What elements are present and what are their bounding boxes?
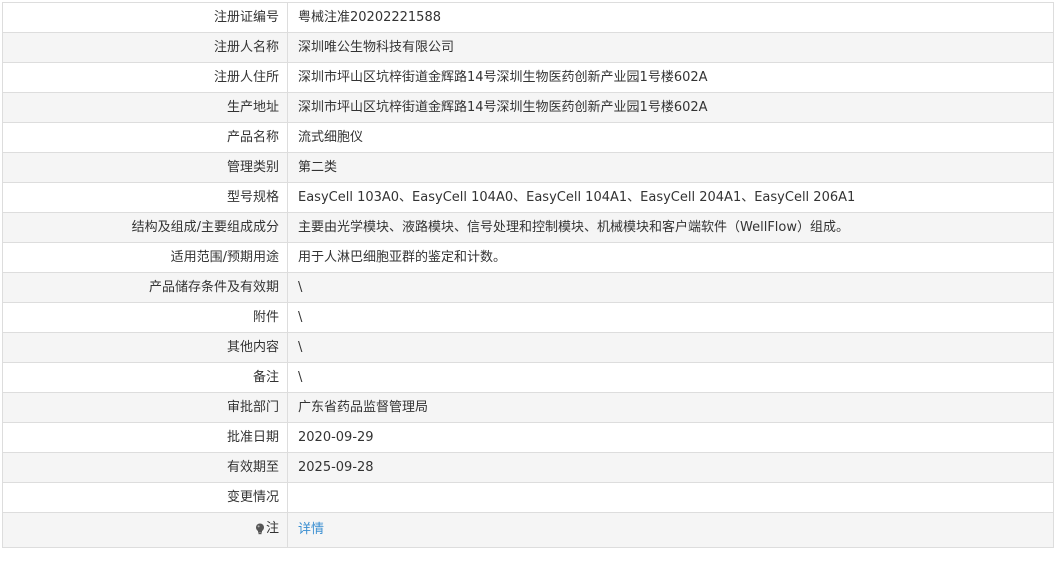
row-label: 注册人名称 [2,32,288,63]
row-management-class: 管理类别 第二类 [2,152,1054,183]
row-value: EasyCell 103A0、EasyCell 104A0、EasyCell 1… [287,182,1054,213]
row-attachment: 附件 \ [2,302,1054,333]
row-label: 附件 [2,302,288,333]
row-model-spec: 型号规格 EasyCell 103A0、EasyCell 104A0、EasyC… [2,182,1054,213]
row-label: 型号规格 [2,182,288,213]
row-product-name: 产品名称 流式细胞仪 [2,122,1054,153]
row-label: 注册人住所 [2,62,288,93]
row-label: 有效期至 [2,452,288,483]
row-value: \ [287,362,1054,393]
row-value: 用于人淋巴细胞亚群的鉴定和计数。 [287,242,1054,273]
row-label: 变更情况 [2,482,288,513]
note-label-cell: 注 [2,512,288,548]
note-value-cell: 详情 [287,512,1054,548]
row-label: 结构及组成/主要组成成分 [2,212,288,243]
lightbulb-icon [255,523,265,535]
row-storage-validity: 产品储存条件及有效期 \ [2,272,1054,303]
row-label: 其他内容 [2,332,288,363]
row-other-content: 其他内容 \ [2,332,1054,363]
row-value: \ [287,332,1054,363]
row-approval-department: 审批部门 广东省药品监督管理局 [2,392,1054,423]
row-label: 生产地址 [2,92,288,123]
row-value: 深圳市坪山区坑梓街道金辉路14号深圳生物医药创新产业园1号楼602A [287,62,1054,93]
row-value: 第二类 [287,152,1054,183]
row-value: 流式细胞仪 [287,122,1054,153]
row-label: 批准日期 [2,422,288,453]
note-label-text: 注 [265,521,279,536]
row-intended-use: 适用范围/预期用途 用于人淋巴细胞亚群的鉴定和计数。 [2,242,1054,273]
row-valid-until: 有效期至 2025-09-28 [2,452,1054,483]
row-value: 广东省药品监督管理局 [287,392,1054,423]
row-registrant-name: 注册人名称 深圳唯公生物科技有限公司 [2,32,1054,63]
row-label: 备注 [2,362,288,393]
details-link[interactable]: 详情 [298,522,324,537]
row-structure-composition: 结构及组成/主要组成成分 主要由光学模块、液路模块、信号处理和控制模块、机械模块… [2,212,1054,243]
row-value: \ [287,302,1054,333]
row-value: 2025-09-28 [287,452,1054,483]
row-production-address: 生产地址 深圳市坪山区坑梓街道金辉路14号深圳生物医药创新产业园1号楼602A [2,92,1054,123]
row-note: 注 详情 [2,512,1054,548]
note-label: 注 [255,513,279,544]
row-label: 产品储存条件及有效期 [2,272,288,303]
row-registrant-address: 注册人住所 深圳市坪山区坑梓街道金辉路14号深圳生物医药创新产业园1号楼602A [2,62,1054,93]
row-change-status: 变更情况 [2,482,1054,513]
row-label: 管理类别 [2,152,288,183]
row-approval-date: 批准日期 2020-09-29 [2,422,1054,453]
row-value: \ [287,272,1054,303]
row-label: 产品名称 [2,122,288,153]
row-value: 主要由光学模块、液路模块、信号处理和控制模块、机械模块和客户端软件（WellFl… [287,212,1054,243]
registration-detail-table: 注册证编号 粤械注准20202221588 注册人名称 深圳唯公生物科技有限公司… [2,2,1054,548]
row-label: 适用范围/预期用途 [2,242,288,273]
row-value: 2020-09-29 [287,422,1054,453]
row-value [287,482,1054,513]
row-value: 深圳市坪山区坑梓街道金辉路14号深圳生物医药创新产业园1号楼602A [287,92,1054,123]
row-remarks: 备注 \ [2,362,1054,393]
row-label: 审批部门 [2,392,288,423]
row-registration-number: 注册证编号 粤械注准20202221588 [2,2,1054,33]
row-value: 粤械注准20202221588 [287,2,1054,33]
row-label: 注册证编号 [2,2,288,33]
row-value: 深圳唯公生物科技有限公司 [287,32,1054,63]
